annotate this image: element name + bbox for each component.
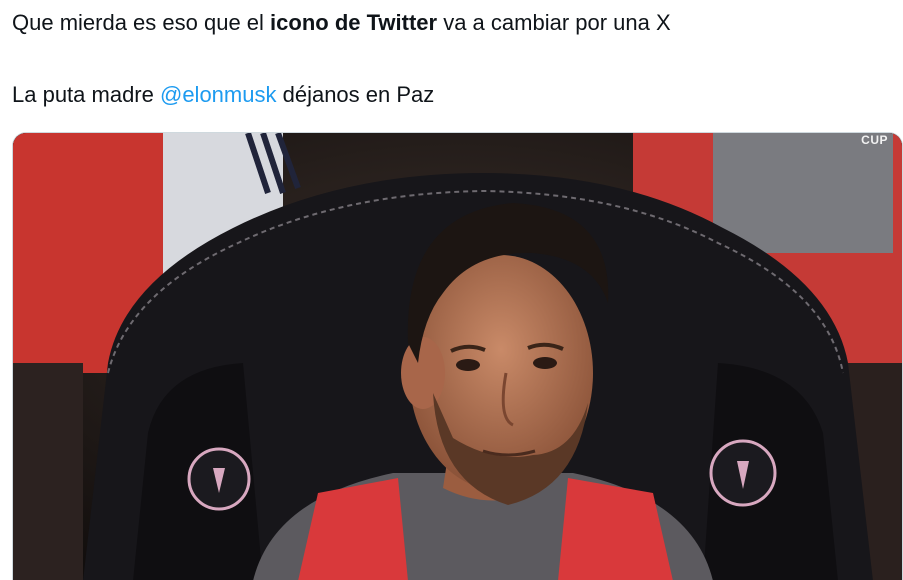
tweet-line-1: Que mierda es eso que el icono de Twitte… (12, 4, 892, 42)
mention-link[interactable]: @elonmusk (160, 82, 277, 107)
tweet-line-2: La puta madre @elonmusk déjanos en Paz (12, 76, 892, 114)
media-illustration (13, 133, 902, 580)
tweet-text-segment: va a cambiar por una X (437, 10, 671, 35)
tweet-text-segment: déjanos en Paz (276, 82, 435, 107)
tweet-text-bold: icono de Twitter (270, 10, 438, 35)
tweet-text-segment: La puta madre (12, 82, 160, 107)
tweet-text-segment: Que mierda es eso que el (12, 10, 271, 35)
tweet-text: Que mierda es eso que el icono de Twitte… (12, 4, 892, 114)
tweet-media-image[interactable]: CUP (12, 132, 903, 580)
broadcast-watermark: CUP (861, 133, 888, 147)
